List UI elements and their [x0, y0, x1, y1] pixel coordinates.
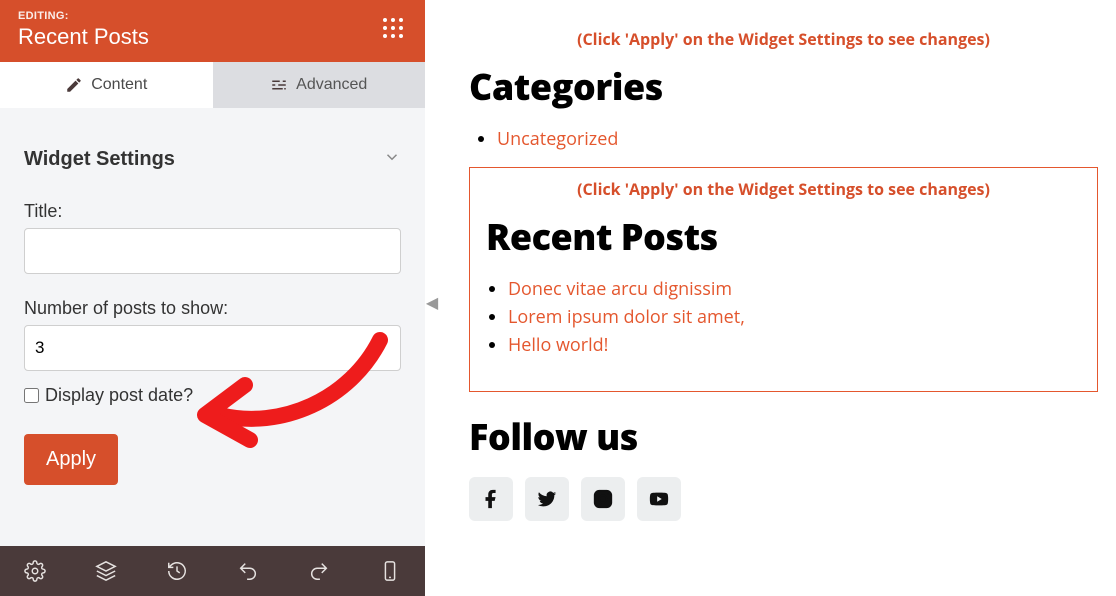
list-item: Lorem ipsum dolor sit amet,: [508, 305, 1087, 329]
layers-icon[interactable]: [95, 560, 117, 582]
title-label: Title:: [24, 201, 401, 222]
recent-posts-heading: Recent Posts: [486, 212, 1087, 261]
tab-content-label: Content: [91, 76, 147, 94]
display-date-label: Display post date?: [45, 385, 193, 406]
history-icon[interactable]: [166, 560, 188, 582]
instagram-button[interactable]: [581, 477, 625, 521]
category-link[interactable]: Uncategorized: [497, 127, 618, 151]
settings-panel: Widget Settings Title: Number of posts t…: [0, 108, 425, 546]
widget-title: Recent Posts: [18, 24, 407, 50]
sliders-icon: [270, 76, 288, 94]
section-title: Widget Settings: [24, 148, 175, 171]
section-toggle[interactable]: Widget Settings: [24, 148, 401, 171]
post-link[interactable]: Lorem ipsum dolor sit amet,: [508, 305, 745, 329]
categories-list: Uncategorized: [469, 127, 1098, 151]
drag-handle-icon[interactable]: [383, 18, 407, 42]
social-icons: [469, 477, 1098, 521]
active-widget-highlight: (Click 'Apply' on the Widget Settings to…: [469, 167, 1098, 392]
count-label: Number of posts to show:: [24, 298, 401, 319]
undo-icon[interactable]: [237, 560, 259, 582]
list-item: Uncategorized: [497, 127, 1098, 151]
pencil-icon: [65, 76, 83, 94]
instagram-icon: [592, 488, 614, 510]
settings-gear-icon[interactable]: [24, 560, 46, 582]
count-input[interactable]: [24, 325, 401, 371]
apply-hint-box: (Click 'Apply' on the Widget Settings to…: [480, 178, 1087, 200]
twitter-button[interactable]: [525, 477, 569, 521]
editor-sidebar: EDITING: Recent Posts Content Advanced W…: [0, 0, 425, 596]
apply-hint-top: (Click 'Apply' on the Widget Settings to…: [469, 28, 1098, 50]
chevron-down-icon: [383, 148, 401, 171]
redo-icon[interactable]: [308, 560, 330, 582]
tab-advanced[interactable]: Advanced: [213, 62, 426, 108]
display-date-row[interactable]: Display post date?: [24, 385, 401, 406]
preview-pane: (Click 'Apply' on the Widget Settings to…: [425, 0, 1116, 596]
mobile-icon[interactable]: [379, 560, 401, 582]
recent-posts-list: Donec vitae arcu dignissim Lorem ipsum d…: [480, 277, 1087, 357]
twitter-icon: [536, 488, 558, 510]
title-input[interactable]: [24, 228, 401, 274]
editor-tabs: Content Advanced: [0, 62, 425, 108]
list-item: Donec vitae arcu dignissim: [508, 277, 1087, 301]
facebook-button[interactable]: [469, 477, 513, 521]
editor-header: EDITING: Recent Posts: [0, 0, 425, 62]
follow-heading: Follow us: [469, 412, 1098, 461]
apply-button[interactable]: Apply: [24, 434, 118, 485]
youtube-button[interactable]: [637, 477, 681, 521]
tab-advanced-label: Advanced: [296, 76, 367, 94]
post-link[interactable]: Hello world!: [508, 333, 608, 357]
facebook-icon: [480, 488, 502, 510]
editor-bottombar: [0, 546, 425, 596]
youtube-icon: [648, 488, 670, 510]
display-date-checkbox[interactable]: [24, 388, 39, 403]
post-link[interactable]: Donec vitae arcu dignissim: [508, 277, 732, 301]
list-item: Hello world!: [508, 333, 1087, 357]
categories-heading: Categories: [469, 62, 1098, 111]
editing-label: EDITING:: [18, 10, 407, 22]
tab-content[interactable]: Content: [0, 62, 213, 108]
